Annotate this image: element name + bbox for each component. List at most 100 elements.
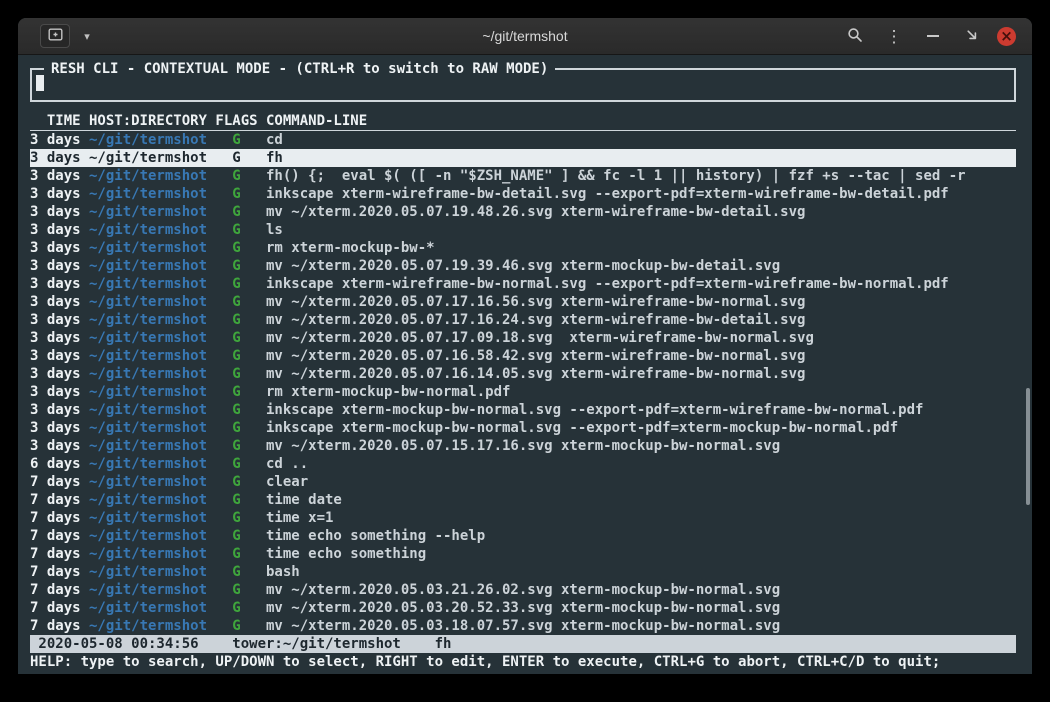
history-row[interactable]: 3 days ~/git/termshot G fh() {; eval $( …	[30, 167, 1016, 185]
row-directory: ~/git/termshot	[89, 473, 207, 491]
row-command: ls	[266, 221, 1016, 239]
row-time: 3 days	[30, 275, 81, 293]
row-directory: ~/git/termshot	[89, 563, 207, 581]
history-row[interactable]: 3 days ~/git/termshot G mv ~/xterm.2020.…	[30, 437, 1016, 455]
row-flags: G	[215, 149, 257, 167]
row-flags: G	[215, 383, 257, 401]
row-directory: ~/git/termshot	[89, 257, 207, 275]
row-time: 7 days	[30, 617, 81, 635]
history-row[interactable]: 7 days ~/git/termshot G time echo someth…	[30, 527, 1016, 545]
row-flags: G	[215, 167, 257, 185]
row-directory: ~/git/termshot	[89, 347, 207, 365]
row-directory: ~/git/termshot	[89, 149, 207, 167]
history-row[interactable]: 3 days ~/git/termshot G cd	[30, 131, 1016, 149]
history-row[interactable]: 7 days ~/git/termshot G clear	[30, 473, 1016, 491]
row-time: 3 days	[30, 437, 81, 455]
search-icon	[847, 27, 863, 46]
row-command: mv ~/xterm.2020.05.07.16.14.05.svg xterm…	[266, 365, 1016, 383]
history-row[interactable]: 7 days ~/git/termshot G mv ~/xterm.2020.…	[30, 617, 1016, 635]
tab-list-dropdown-button[interactable]: ▾	[73, 23, 101, 49]
restore-button[interactable]	[958, 23, 986, 49]
history-row[interactable]: 3 days ~/git/termshot G inkscape xterm-m…	[30, 401, 1016, 419]
row-command: rm xterm-mockup-bw-*	[266, 239, 1016, 257]
row-directory: ~/git/termshot	[89, 599, 207, 617]
row-directory: ~/git/termshot	[89, 509, 207, 527]
history-row[interactable]: 6 days ~/git/termshot G cd ..	[30, 455, 1016, 473]
search-button[interactable]	[841, 23, 869, 49]
history-row[interactable]: 3 days ~/git/termshot G fh	[30, 149, 1016, 167]
row-flags: G	[215, 563, 257, 581]
history-row[interactable]: 3 days ~/git/termshot G mv ~/xterm.2020.…	[30, 203, 1016, 221]
history-row[interactable]: 7 days ~/git/termshot G mv ~/xterm.2020.…	[30, 581, 1016, 599]
row-time: 3 days	[30, 383, 81, 401]
row-command: bash	[266, 563, 1016, 581]
history-row[interactable]: 7 days ~/git/termshot G time echo someth…	[30, 545, 1016, 563]
row-flags: G	[215, 239, 257, 257]
row-directory: ~/git/termshot	[89, 491, 207, 509]
row-directory: ~/git/termshot	[89, 455, 207, 473]
row-flags: G	[215, 617, 257, 635]
status-bar: 2020-05-08 00:34:56 tower:~/git/termshot…	[30, 635, 1016, 653]
row-command: inkscape xterm-wireframe-bw-detail.svg -…	[266, 185, 1016, 203]
row-time: 7 days	[30, 581, 81, 599]
row-command: fh	[266, 149, 1016, 167]
minimize-button[interactable]	[919, 23, 947, 49]
row-directory: ~/git/termshot	[89, 239, 207, 257]
row-flags: G	[215, 581, 257, 599]
row-time: 6 days	[30, 455, 81, 473]
restore-icon	[965, 28, 979, 45]
row-time: 7 days	[30, 599, 81, 617]
history-row[interactable]: 3 days ~/git/termshot G mv ~/xterm.2020.…	[30, 347, 1016, 365]
row-time: 7 days	[30, 491, 81, 509]
row-time: 3 days	[30, 221, 81, 239]
row-command: mv ~/xterm.2020.05.07.16.58.42.svg xterm…	[266, 347, 1016, 365]
row-time: 7 days	[30, 509, 81, 527]
row-time: 3 days	[30, 401, 81, 419]
history-row[interactable]: 3 days ~/git/termshot G rm xterm-mockup-…	[30, 239, 1016, 257]
resh-search-box: RESH CLI - CONTEXTUAL MODE - (CTRL+R to …	[30, 68, 1016, 102]
history-row[interactable]: 3 days ~/git/termshot G ls	[30, 221, 1016, 239]
row-directory: ~/git/termshot	[89, 365, 207, 383]
row-command: cd ..	[266, 455, 1016, 473]
history-header: TIME HOST:DIRECTORY FLAGS COMMAND-LINE	[30, 112, 1016, 131]
row-flags: G	[215, 545, 257, 563]
row-directory: ~/git/termshot	[89, 185, 207, 203]
kebab-menu-icon: ⋮	[886, 28, 903, 45]
row-flags: G	[215, 221, 257, 239]
row-directory: ~/git/termshot	[89, 293, 207, 311]
history-row[interactable]: 3 days ~/git/termshot G mv ~/xterm.2020.…	[30, 293, 1016, 311]
row-flags: G	[215, 311, 257, 329]
desktop-background: ▾ ~/git/termshot ⋮	[0, 0, 1050, 702]
row-flags: G	[215, 491, 257, 509]
new-tab-button[interactable]	[40, 24, 70, 48]
row-flags: G	[215, 203, 257, 221]
row-command: inkscape xterm-wireframe-bw-normal.svg -…	[266, 275, 1016, 293]
menu-button[interactable]: ⋮	[880, 23, 908, 49]
row-command: inkscape xterm-mockup-bw-normal.svg --ex…	[266, 419, 1016, 437]
history-row[interactable]: 3 days ~/git/termshot G mv ~/xterm.2020.…	[30, 257, 1016, 275]
history-row[interactable]: 7 days ~/git/termshot G mv ~/xterm.2020.…	[30, 599, 1016, 617]
row-time: 3 days	[30, 185, 81, 203]
history-row[interactable]: 7 days ~/git/termshot G bash	[30, 563, 1016, 581]
row-flags: G	[215, 401, 257, 419]
row-command: mv ~/xterm.2020.05.03.20.52.33.svg xterm…	[266, 599, 1016, 617]
row-time: 3 days	[30, 293, 81, 311]
row-time: 7 days	[30, 545, 81, 563]
close-button[interactable]: ×	[997, 27, 1016, 46]
row-directory: ~/git/termshot	[89, 167, 207, 185]
row-command: mv ~/xterm.2020.05.07.17.16.56.svg xterm…	[266, 293, 1016, 311]
history-row[interactable]: 3 days ~/git/termshot G mv ~/xterm.2020.…	[30, 329, 1016, 347]
resh-mode-title: RESH CLI - CONTEXTUAL MODE - (CTRL+R to …	[44, 60, 555, 78]
history-row[interactable]: 7 days ~/git/termshot G time x=1	[30, 509, 1016, 527]
scrollbar-thumb[interactable]	[1026, 388, 1030, 505]
row-directory: ~/git/termshot	[89, 419, 207, 437]
history-row[interactable]: 3 days ~/git/termshot G mv ~/xterm.2020.…	[30, 365, 1016, 383]
history-row[interactable]: 3 days ~/git/termshot G inkscape xterm-w…	[30, 275, 1016, 293]
row-command: time x=1	[266, 509, 1016, 527]
history-row[interactable]: 3 days ~/git/termshot G inkscape xterm-m…	[30, 419, 1016, 437]
history-row[interactable]: 3 days ~/git/termshot G inkscape xterm-w…	[30, 185, 1016, 203]
help-line: HELP: type to search, UP/DOWN to select,…	[30, 653, 1016, 671]
history-row[interactable]: 7 days ~/git/termshot G time date	[30, 491, 1016, 509]
history-row[interactable]: 3 days ~/git/termshot G mv ~/xterm.2020.…	[30, 311, 1016, 329]
history-row[interactable]: 3 days ~/git/termshot G rm xterm-mockup-…	[30, 383, 1016, 401]
